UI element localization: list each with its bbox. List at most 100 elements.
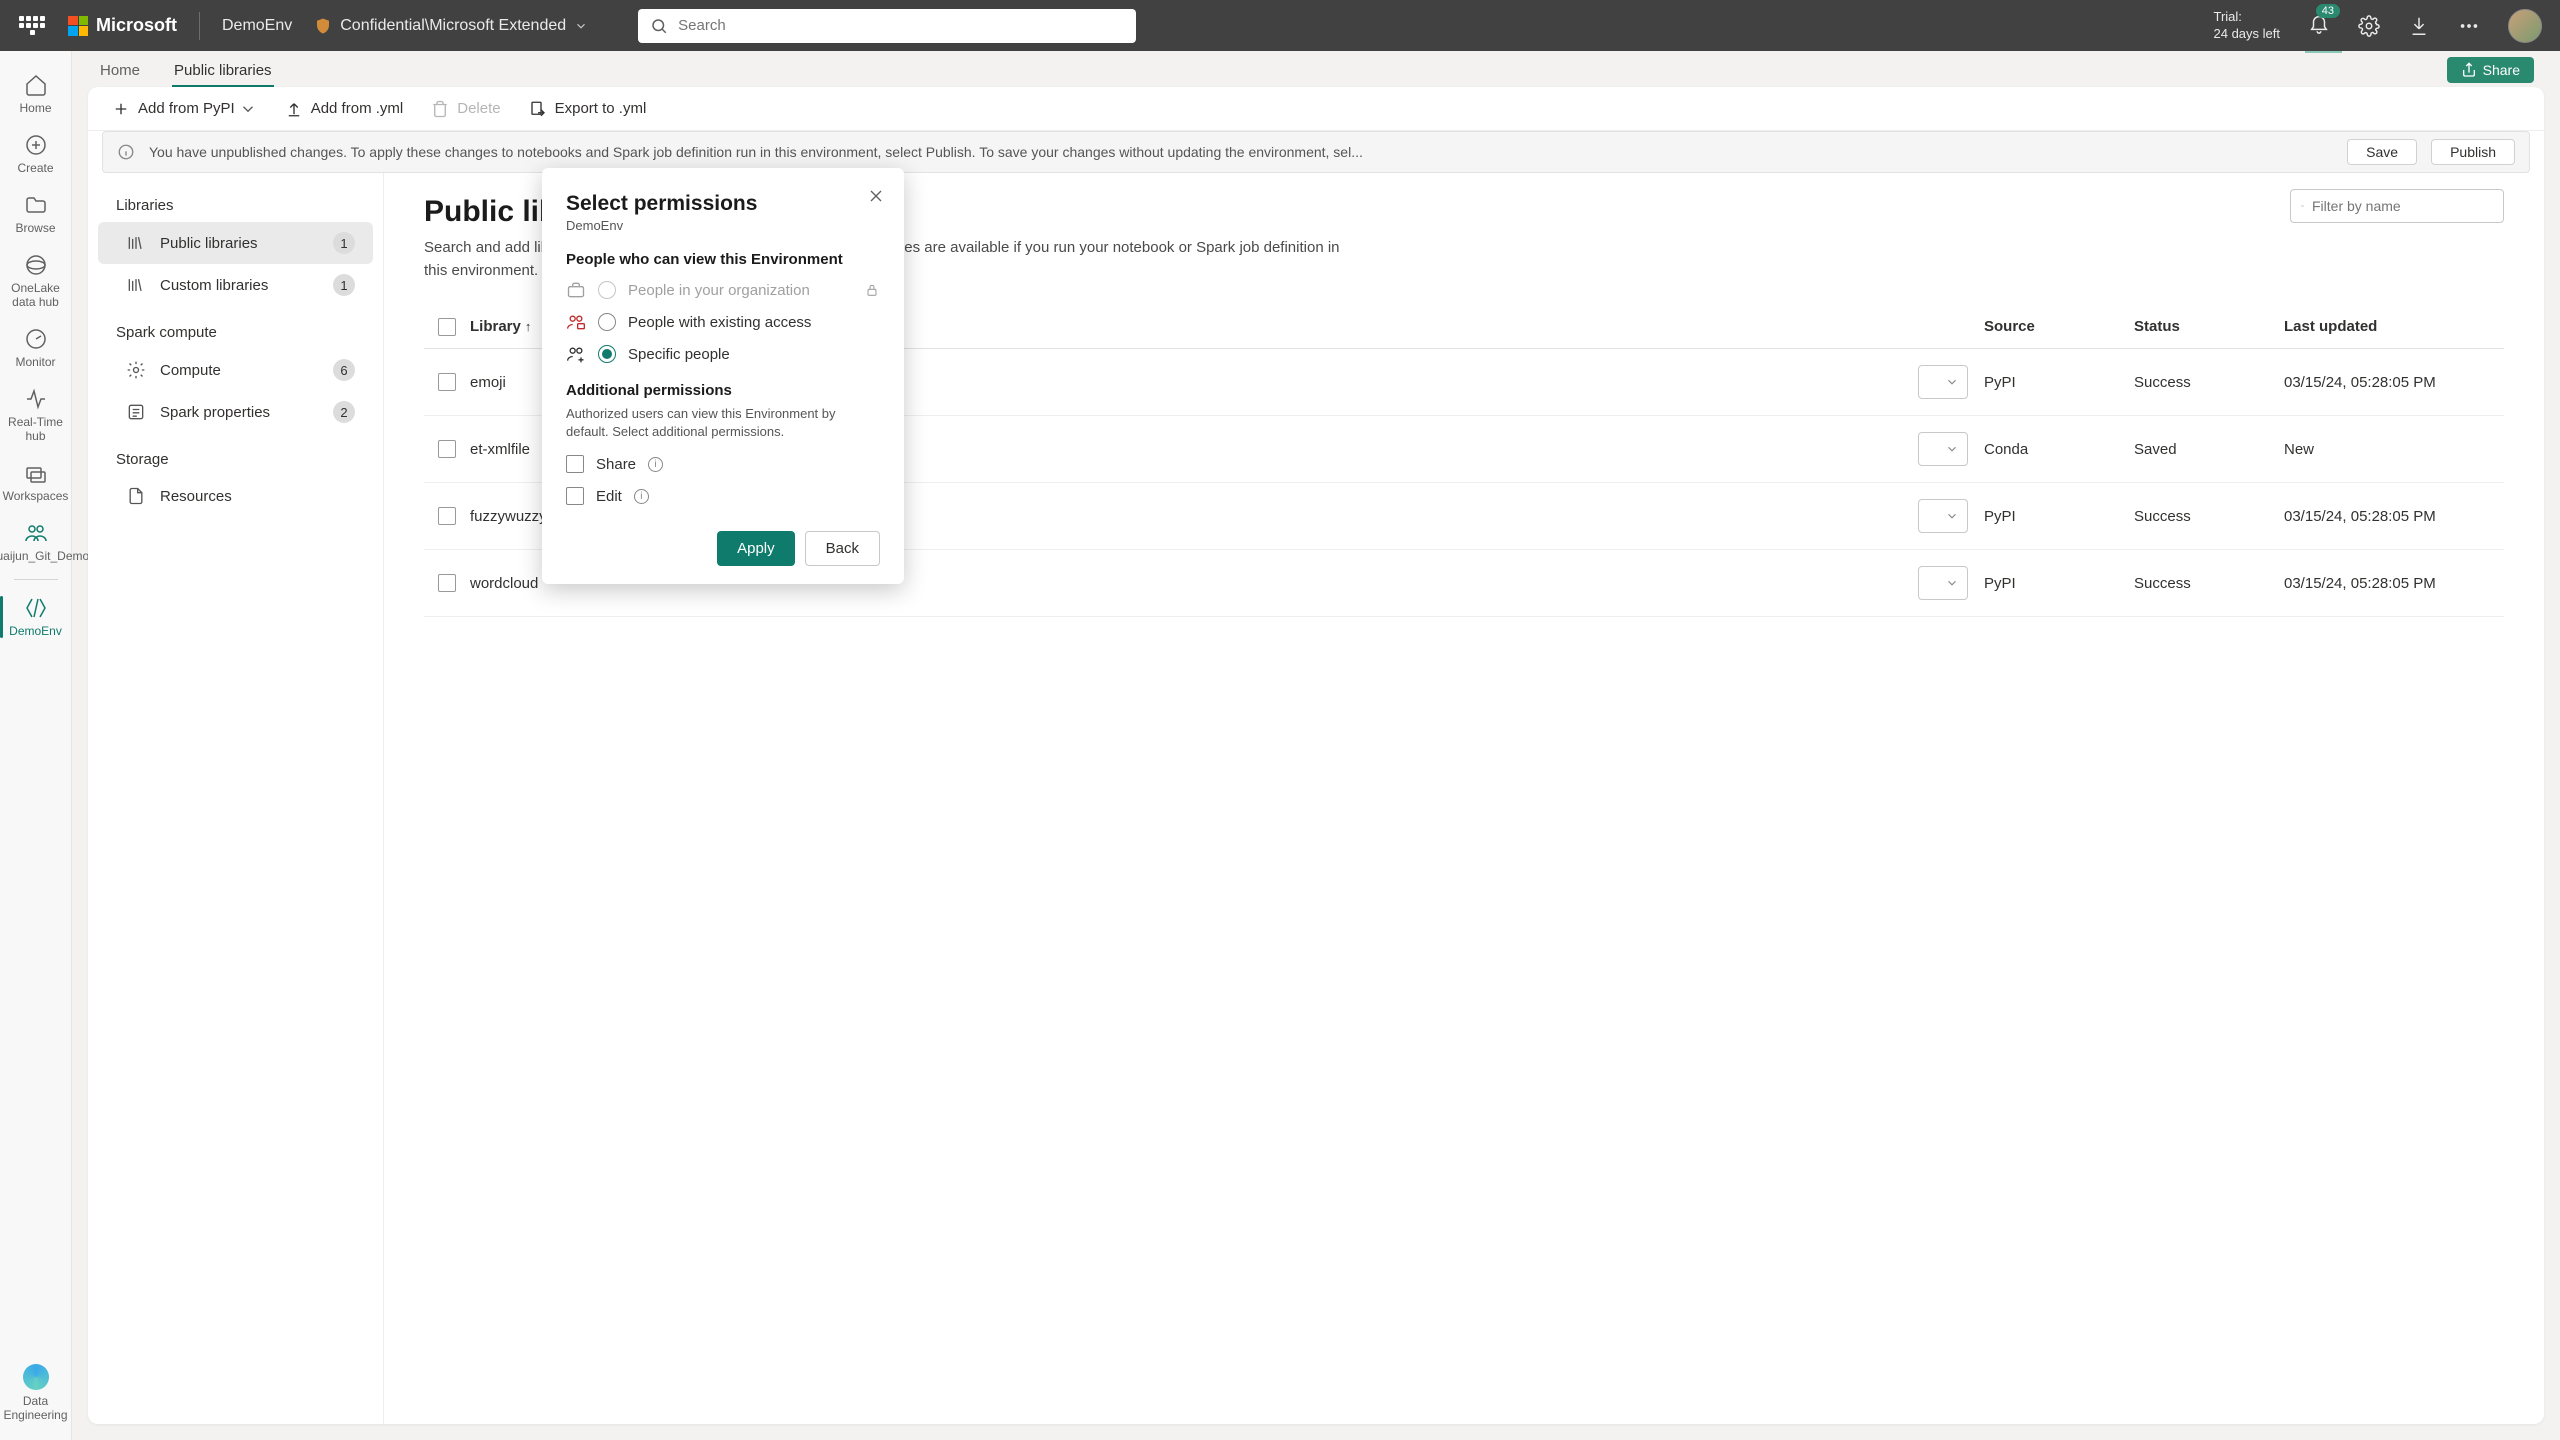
chevron-down-icon (1945, 576, 1959, 590)
notifications-button[interactable]: 43 (2308, 12, 2330, 39)
select-all-checkbox[interactable] (438, 318, 456, 336)
close-icon[interactable] (866, 186, 886, 206)
version-dropdown[interactable] (1918, 499, 1968, 533)
row-checkbox[interactable] (438, 574, 456, 592)
sidebar-item-custom-libraries[interactable]: Custom libraries 1 (98, 264, 373, 306)
share-checkbox[interactable] (566, 455, 584, 473)
rail-create[interactable]: Create (0, 125, 71, 183)
top-right: Trial: 24 days left 43 (2214, 9, 2543, 43)
chevron-down-icon (1945, 509, 1959, 523)
classification-dropdown[interactable]: Confidential\Microsoft Extended (314, 17, 588, 35)
info-icon[interactable]: i (648, 457, 663, 472)
count-badge: 1 (333, 274, 355, 296)
trial-status[interactable]: Trial: 24 days left (2214, 9, 2281, 43)
avatar[interactable] (2508, 9, 2542, 43)
filter-input-wrap[interactable] (2290, 189, 2504, 223)
share-icon (2461, 62, 2477, 78)
rail-realtime[interactable]: Real-Time hub (0, 379, 71, 451)
modal-title: Select permissions (566, 192, 880, 216)
lock-icon (864, 282, 880, 298)
tab-public-libraries[interactable]: Public libraries (172, 62, 274, 87)
brand-text: Microsoft (96, 15, 177, 36)
environment-name[interactable]: DemoEnv (222, 17, 292, 35)
tab-home[interactable]: Home (98, 62, 142, 87)
rail-shuaijun[interactable]: Shuaijun_Git_Demo (0, 513, 71, 571)
sidebar-item-compute[interactable]: Compute 6 (98, 349, 373, 391)
chevron-down-icon (1945, 442, 1959, 456)
library-icon (126, 275, 146, 295)
perm-edit-checkbox-row[interactable]: Edit i (566, 487, 880, 505)
version-dropdown[interactable] (1918, 432, 1968, 466)
workspaces-icon (24, 461, 48, 485)
rail-home[interactable]: Home (0, 65, 71, 123)
people-lock-icon (566, 312, 586, 332)
perm-option-specific[interactable]: Specific people (566, 344, 880, 364)
group-storage: Storage (88, 451, 383, 476)
radio-existing[interactable] (598, 313, 616, 331)
radio-org (598, 281, 616, 299)
library-icon (126, 233, 146, 253)
row-checkbox[interactable] (438, 440, 456, 458)
info-icon (117, 143, 135, 161)
toolbar: Add from PyPI Add from .yml Delete Expor… (88, 87, 2544, 131)
sidebar-item-resources[interactable]: Resources (98, 476, 373, 516)
perm-share-checkbox-row[interactable]: Share i (566, 455, 880, 473)
share-button[interactable]: Share (2447, 57, 2534, 83)
side-panel: Libraries Public libraries 1 Custom libr… (88, 173, 384, 1424)
persona-icon (24, 521, 48, 545)
folder-icon (24, 193, 48, 217)
col-updated[interactable]: Last updated (2284, 318, 2504, 336)
[interactable]: Status (2134, 318, 2284, 336)
search-input[interactable] (678, 17, 1124, 34)
export-yml-button[interactable]: Export to .yml (529, 100, 647, 118)
plus-icon (112, 100, 130, 118)
info-icon[interactable]: i (634, 489, 649, 504)
file-icon (126, 486, 146, 506)
search-bar[interactable] (638, 9, 1136, 43)
info-message: You have unpublished changes. To apply t… (149, 144, 2333, 160)
row-checkbox[interactable] (438, 373, 456, 391)
rail-workspaces[interactable]: Workspaces (0, 453, 71, 511)
briefcase-icon (566, 280, 586, 300)
group-spark: Spark compute (88, 324, 383, 349)
monitor-icon (24, 327, 48, 351)
perm-option-existing[interactable]: People with existing access (566, 312, 880, 332)
shield-icon (314, 17, 332, 35)
search-icon (650, 17, 668, 35)
delete-button[interactable]: Delete (431, 100, 500, 118)
edit-checkbox[interactable] (566, 487, 584, 505)
chevron-down-icon[interactable] (239, 100, 257, 118)
gear-icon (126, 360, 146, 380)
radio-specific[interactable] (598, 345, 616, 363)
more-icon[interactable] (2458, 15, 2480, 37)
filter-input[interactable] (2312, 198, 2493, 214)
microsoft-logo-icon (68, 16, 88, 36)
export-icon (529, 100, 547, 118)
settings-icon[interactable] (2358, 15, 2380, 37)
rail-monitor[interactable]: Monitor (0, 319, 71, 377)
info-bar: You have unpublished changes. To apply t… (102, 131, 2530, 173)
add-from-pypi-button[interactable]: Add from PyPI (112, 100, 257, 118)
rail-data-engineering[interactable]: Data Engineering (0, 1356, 71, 1440)
version-dropdown[interactable] (1918, 365, 1968, 399)
sidebar-item-public-libraries[interactable]: Public libraries 1 (98, 222, 373, 264)
app-launcher-icon[interactable] (18, 12, 46, 40)
version-dropdown[interactable] (1918, 566, 1968, 600)
add-from-yml-button[interactable]: Add from .yml (285, 100, 404, 118)
upload-icon (285, 100, 303, 118)
apply-button[interactable]: Apply (717, 531, 795, 566)
sidebar-item-spark-properties[interactable]: Spark properties 2 (98, 391, 373, 433)
download-icon[interactable] (2408, 15, 2430, 37)
perm-option-org: People in your organization (566, 280, 880, 300)
publish-button[interactable]: Publish (2431, 139, 2515, 165)
notification-badge: 43 (2316, 4, 2340, 18)
rail-browse[interactable]: Browse (0, 185, 71, 243)
rail-demoenv[interactable]: DemoEnv (0, 588, 71, 646)
modal-subtitle: DemoEnv (566, 218, 880, 233)
save-button[interactable]: Save (2347, 139, 2417, 165)
home-icon (24, 73, 48, 97)
back-button[interactable]: Back (805, 531, 880, 566)
col-source[interactable]: Source (1984, 318, 2134, 336)
row-checkbox[interactable] (438, 507, 456, 525)
rail-onelake[interactable]: OneLake data hub (0, 245, 71, 317)
